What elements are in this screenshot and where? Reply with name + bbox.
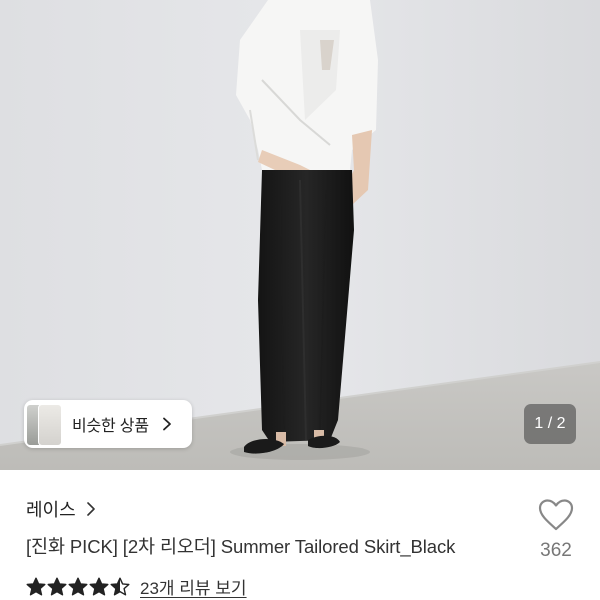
view-reviews-link[interactable]: 23개 리뷰 보기 [140,574,247,599]
rating-row: 23개 리뷰 보기 [26,574,247,599]
like-count: 362 [540,540,572,561]
product-photo[interactable]: 비슷한 상품 1 / 2 [0,0,600,470]
product-title: [진화 PICK] [2차 리오더] Summer Tailored Skirt… [26,536,456,557]
similar-products-thumbnails [24,400,64,448]
star-full-icon [89,577,109,595]
like-button[interactable]: 362 [532,498,580,562]
chevron-right-icon [162,417,171,431]
star-full-icon [68,577,88,595]
star-half-icon [110,577,130,595]
chevron-right-icon [86,502,95,516]
brand-name: 레이스 [26,500,76,520]
similar-products-label: 비슷한 상품 [72,418,149,435]
star-full-icon [47,577,67,595]
image-pager: 1 / 2 [524,404,576,444]
star-full-icon [26,577,46,595]
brand-link[interactable]: 레이스 [26,496,96,522]
similar-products-button[interactable]: 비슷한 상품 [24,400,192,448]
star-rating [26,577,130,597]
similar-thumbnail [38,404,62,446]
heart-outline-icon [538,499,574,531]
